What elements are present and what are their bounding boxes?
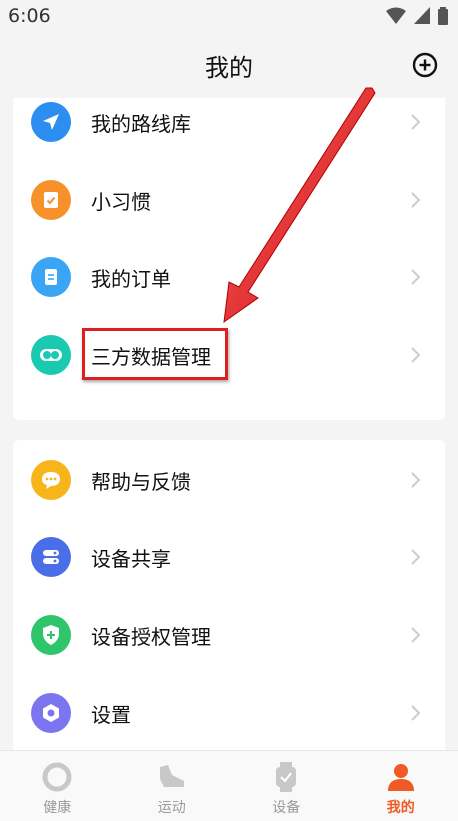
settings-hexagon-icon — [31, 693, 71, 733]
menu-item-third-party-data[interactable]: 三方数据管理 — [13, 325, 445, 385]
nav-tab-mine[interactable]: 我的 — [344, 751, 458, 821]
page-header: 我的 — [0, 34, 458, 98]
watch-icon — [270, 761, 302, 793]
nav-label: 健康 — [0, 797, 115, 817]
nav-label: 我的 — [344, 797, 458, 817]
chevron-right-icon — [409, 113, 421, 131]
menu-item-label: 设备共享 — [91, 543, 171, 572]
status-icons — [386, 7, 448, 25]
menu-item-label: 设置 — [91, 699, 131, 728]
menu-item-orders[interactable]: 我的订单 — [13, 247, 445, 307]
chevron-right-icon — [409, 268, 421, 286]
nav-label: 运动 — [115, 797, 230, 817]
menu-item-help-feedback[interactable]: 帮助与反馈 — [13, 450, 445, 510]
highlight-box — [82, 328, 228, 380]
chevron-right-icon — [409, 346, 421, 364]
menu-item-settings[interactable]: 设置 — [13, 683, 445, 743]
menu-card-secondary: 帮助与反馈 设备共享 设备授权管理 — [13, 440, 445, 750]
habit-check-icon — [31, 180, 71, 220]
add-circle-icon[interactable] — [412, 52, 438, 78]
menu-item-label: 小习惯 — [91, 186, 151, 215]
menu-card-primary: 我的路线库 小习惯 我的订单 — [13, 98, 445, 420]
nav-label: 设备 — [229, 797, 344, 817]
menu-item-label: 我的订单 — [91, 263, 171, 292]
bottom-nav: 健康 运动 设备 我的 — [0, 750, 458, 821]
nav-tab-health[interactable]: 健康 — [0, 751, 115, 821]
menu-item-label: 设备授权管理 — [91, 621, 211, 650]
status-time: 6:06 — [8, 5, 51, 27]
chevron-right-icon — [409, 191, 421, 209]
menu-item-device-authorization[interactable]: 设备授权管理 — [13, 605, 445, 665]
menu-item-device-share[interactable]: 设备共享 — [13, 527, 445, 587]
signal-icon — [414, 7, 430, 25]
share-device-icon — [31, 537, 71, 577]
chevron-right-icon — [409, 626, 421, 644]
chevron-right-icon — [409, 548, 421, 566]
person-icon — [385, 761, 417, 793]
chat-bubble-icon — [31, 460, 71, 500]
chevron-right-icon — [409, 704, 421, 722]
nav-tab-device[interactable]: 设备 — [229, 751, 344, 821]
menu-item-label: 帮助与反馈 — [91, 466, 191, 495]
navigation-icon — [31, 102, 71, 142]
wifi-icon — [386, 7, 406, 25]
order-document-icon — [31, 257, 71, 297]
shoe-icon — [156, 761, 188, 793]
menu-item-label: 我的路线库 — [91, 108, 191, 137]
toggle-link-icon — [31, 335, 71, 375]
menu-item-habits[interactable]: 小习惯 — [13, 170, 445, 230]
page-title: 我的 — [0, 48, 458, 83]
shield-plus-icon — [31, 615, 71, 655]
chevron-right-icon — [409, 471, 421, 489]
nav-tab-sport[interactable]: 运动 — [115, 751, 230, 821]
battery-icon — [438, 7, 448, 25]
menu-item-route-library[interactable]: 我的路线库 — [13, 92, 445, 152]
health-ring-icon — [41, 761, 73, 793]
status-bar: 6:06 — [0, 0, 458, 34]
